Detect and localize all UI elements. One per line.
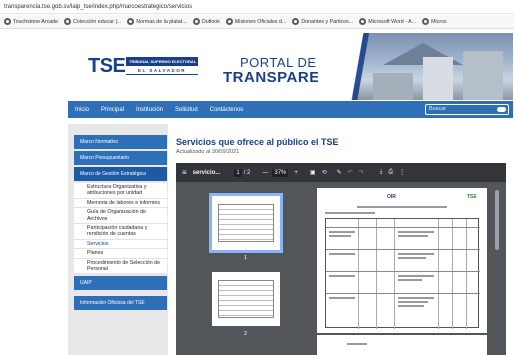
search-input[interactable]: Buscar <box>425 104 509 115</box>
globe-icon <box>292 18 300 25</box>
page-title: Servicios que ofrece al público el TSE <box>176 137 339 147</box>
zoom-out-button[interactable]: — <box>262 170 268 176</box>
more-options-icon[interactable]: ⋮ <box>399 169 405 176</box>
search-placeholder: Buscar <box>429 106 447 112</box>
annotate-icon[interactable]: ✎ <box>337 169 342 176</box>
search-toggle-icon[interactable] <box>497 107 506 112</box>
portal-title-line1: PORTAL DE <box>240 55 317 70</box>
pdf-thumbnail-pane: 1 2 <box>176 182 316 355</box>
sidebar-item-marco-gestion[interactable]: Marco de Gestión Estratégica <box>74 167 167 181</box>
globe-icon <box>192 18 200 25</box>
bookmark-item[interactable]: Touchstone Arcade <box>4 18 58 25</box>
logo-box-bottom: EL SALVADOR <box>126 66 198 75</box>
tse-logo-box: TRIBUNAL SUPREMO ELECTORAL EL SALVADOR <box>126 57 198 75</box>
thumbnail-label: 1 <box>244 255 248 261</box>
sidebar-subitem-memoria[interactable]: Memoria de labores e informes <box>74 198 167 209</box>
sidebar-subitem-estructura[interactable]: Estructura Organizativa y atribuciones p… <box>74 183 167 199</box>
sidebar-item-informacion-oficiosa[interactable]: Información Oficiosa del TSE <box>74 296 167 311</box>
url-text: transparencia.tse.gob.sv/laip_tse/index.… <box>4 3 193 10</box>
nav-item-solicitud[interactable]: Solicitud <box>175 107 198 113</box>
logo-box-top: TRIBUNAL SUPREMO ELECTORAL <box>126 57 198 66</box>
redo-icon[interactable]: ↷ <box>359 169 364 176</box>
page-number-input[interactable]: 1 <box>234 168 242 177</box>
pdf-viewer[interactable]: ≡ servicio... 1 / 2 — 37% + ▣ ⟲ ✎ ↶ ↷ ⤓ … <box>176 163 506 355</box>
rotate-icon[interactable]: ⟲ <box>322 169 327 176</box>
address-bar[interactable]: transparencia.tse.gob.sv/laip_tse/index.… <box>0 0 514 14</box>
sidebar-subitem-servicios[interactable]: Servicios <box>74 239 167 250</box>
thumbnail-label: 2 <box>244 331 248 337</box>
sidebar-item-uaip[interactable]: UAIP <box>74 276 167 291</box>
pdf-page-2 <box>317 335 487 355</box>
sidebar-subitem-participacion[interactable]: Participación ciudadana y rendición de c… <box>74 224 167 240</box>
main-nav: Inicio Principal Institución Solicitud C… <box>68 101 513 118</box>
pdf-thumbnail-2[interactable] <box>212 272 280 326</box>
sidebar-item-marco-presupuestario[interactable]: Marco Presupuestario <box>74 151 167 165</box>
pdf-toolbar: ≡ servicio... 1 / 2 — 37% + ▣ ⟲ ✎ ↶ ↷ ⤓ … <box>176 163 506 182</box>
site-header: TSE TRIBUNAL SUPREMO ELECTORAL EL SALVAD… <box>68 33 513 100</box>
pdf-page-1: OIR TSE <box>317 188 487 333</box>
sidebar: Marco Normativo Marco Presupuestario Mar… <box>74 135 167 312</box>
globe-icon <box>4 18 11 25</box>
page-total: / 2 <box>243 169 251 176</box>
header-swoosh <box>318 33 388 100</box>
doc-table <box>325 218 480 329</box>
globe-icon <box>127 18 135 25</box>
hamburger-icon[interactable]: ≡ <box>182 168 187 177</box>
pdf-thumbnail-1[interactable] <box>209 193 283 253</box>
sidebar-subitem-procedimiento[interactable]: Procedimiento de Selección de Personal <box>74 258 167 275</box>
fit-page-icon[interactable]: ▣ <box>310 169 316 176</box>
undo-icon[interactable]: ↶ <box>348 169 353 176</box>
zoom-in-button[interactable]: + <box>294 170 298 176</box>
sidebar-item-marco-normativo[interactable]: Marco Normativo <box>74 135 167 149</box>
bookmark-item[interactable]: Donantes y Particos... <box>292 18 353 25</box>
doc-logo-oir: OIR <box>387 194 396 200</box>
globe-icon <box>225 18 233 25</box>
bookmarks-bar: Touchstone Arcade Colección educar |... … <box>0 15 514 29</box>
nav-item-institucion[interactable]: Institución <box>136 107 163 113</box>
print-icon[interactable]: ⎙ <box>388 169 393 176</box>
bookmark-item[interactable]: Microsoft Word - A... <box>359 18 416 25</box>
download-icon[interactable]: ⤓ <box>380 169 383 176</box>
nav-item-inicio[interactable]: Inicio <box>75 107 89 113</box>
pdf-scrollbar[interactable] <box>487 182 506 355</box>
bookmark-item[interactable]: Misiones Oficiales d... <box>225 18 286 25</box>
bookmark-item[interactable]: Normas de la platat... <box>127 18 187 25</box>
doc-logo-tse: TSE <box>467 194 477 200</box>
globe-icon <box>422 18 430 25</box>
bookmark-item[interactable]: Micros <box>422 18 447 25</box>
nav-item-principal[interactable]: Principal <box>101 107 124 113</box>
sidebar-subitem-guia[interactable]: Guía de Organización de Archivos <box>74 208 167 225</box>
bookmark-item[interactable]: Colección educar |... <box>64 18 121 25</box>
sidebar-subitem-planes[interactable]: Planes <box>74 249 167 259</box>
zoom-level[interactable]: 37% <box>272 168 289 177</box>
nav-item-contactenos[interactable]: Contáctenos <box>210 107 244 113</box>
updated-date: Actualizado al 30/09/2021 <box>176 149 240 155</box>
bookmark-item[interactable]: Outlook <box>192 18 220 25</box>
tse-logo[interactable]: TSE <box>88 55 126 78</box>
globe-icon <box>359 18 367 25</box>
pdf-filename: servicio... <box>192 169 221 176</box>
globe-icon <box>64 18 72 25</box>
